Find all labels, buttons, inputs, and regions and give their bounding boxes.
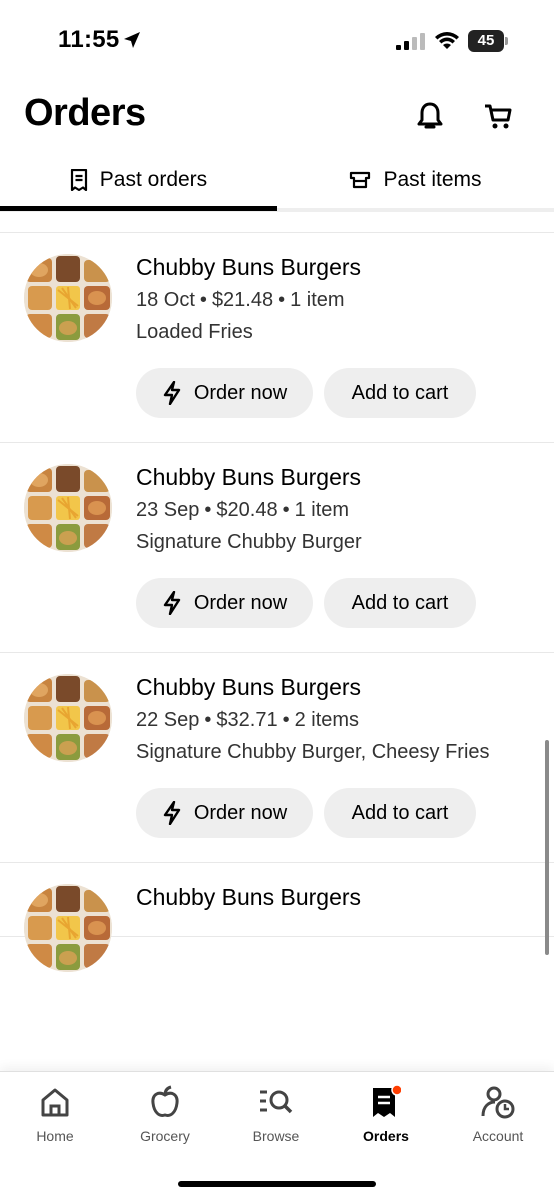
order-price: $32.71: [216, 709, 278, 731]
order-now-label: Order now: [193, 591, 288, 614]
nav-item-home[interactable]: Home: [0, 1082, 110, 1152]
separator-dot: •: [199, 289, 207, 311]
nav-label: Browse: [252, 1128, 300, 1144]
order-card[interactable]: Chubby Buns Burgers 18 Oct • $21.48 • 1 item…: [0, 233, 554, 443]
wifi-icon: [435, 32, 459, 49]
order-price: $21.48: [211, 289, 274, 311]
order-now-button[interactable]: Order now: [136, 368, 313, 418]
separator-dot: •: [204, 499, 212, 521]
home-indicator: [178, 1181, 376, 1187]
separator-dot: •: [278, 289, 286, 311]
tab-past-items[interactable]: Past items: [277, 152, 554, 208]
nav-item-grocery[interactable]: Grocery: [110, 1082, 220, 1152]
order-tabs: Past orders Past items: [0, 152, 554, 212]
order-date: 18 Oct: [136, 289, 195, 311]
lightning-icon: [163, 381, 181, 405]
nav-label: Account: [472, 1128, 524, 1144]
browse-icon: [260, 1090, 293, 1114]
add-to-cart-label: Add to cart: [351, 591, 449, 614]
separator-dot: •: [282, 499, 290, 521]
order-summary: 18 Oct • $21.48 • 1 item: [136, 285, 514, 315]
order-card[interactable]: Chubby Buns Burgers 22 Sep • $32.71 • 2 item…: [0, 653, 554, 863]
add-to-cart-button[interactable]: Add to cart: [324, 368, 476, 418]
restaurant-name[interactable]: Chubby Buns Burgers: [136, 462, 514, 492]
cellular-signal-icon: [396, 33, 425, 50]
nav-label: Home: [36, 1128, 74, 1144]
tab-past-orders[interactable]: Past orders: [0, 152, 277, 208]
order-item-count: 2 items: [294, 709, 360, 731]
separator-dot: •: [282, 709, 290, 731]
order-date: 23 Sep: [136, 499, 200, 521]
battery-cap: [505, 37, 508, 45]
restaurant-thumbnail[interactable]: [24, 674, 112, 762]
status-bar: 11:55 45: [0, 0, 554, 80]
page-title: Orders: [24, 92, 146, 134]
status-time: 11:55: [58, 26, 120, 53]
order-items: Loaded Fries: [136, 321, 253, 343]
order-actions: Order now Add to cart: [136, 578, 514, 628]
account-icon: [481, 1086, 515, 1119]
cart-button[interactable]: [480, 98, 516, 134]
add-to-cart-button[interactable]: Add to cart: [324, 578, 476, 628]
bowl-icon: [350, 171, 371, 189]
restaurant-thumbnail[interactable]: [24, 254, 112, 342]
home-icon: [41, 1088, 69, 1117]
order-card[interactable]: Chubby Buns Burgers: [0, 863, 554, 972]
order-summary: 22 Sep • $32.71 • 2 items: [136, 705, 514, 735]
order-actions: Order now Add to cart: [136, 368, 514, 418]
nav-item-account[interactable]: Account: [443, 1082, 553, 1152]
scrollbar[interactable]: [545, 740, 549, 955]
order-now-label: Order now: [193, 381, 288, 404]
order-now-button[interactable]: Order now: [136, 788, 313, 838]
order-summary: 23 Sep • $20.48 • 1 item: [136, 495, 514, 525]
add-to-cart-label: Add to cart: [351, 381, 449, 404]
lightning-icon: [163, 591, 181, 615]
nav-label: Grocery: [140, 1128, 190, 1144]
order-price: $20.48: [216, 499, 278, 521]
lightning-icon: [163, 801, 181, 825]
receipt-icon: [70, 169, 87, 191]
order-now-label: Order now: [193, 801, 288, 824]
nav-item-orders[interactable]: Orders: [331, 1082, 441, 1152]
restaurant-name[interactable]: Chubby Buns Burgers: [136, 672, 514, 702]
tab-label: Past orders: [99, 168, 208, 191]
orders-list[interactable]: 01 Nov•$20.98•1 item Loaded Fries Order …: [0, 211, 554, 1071]
order-card[interactable]: Chubby Buns Burgers 23 Sep • $20.48 • 1 item…: [0, 443, 554, 653]
restaurant-name[interactable]: Chubby Buns Burgers: [136, 882, 514, 912]
separator-dot: •: [204, 709, 212, 731]
battery-indicator: 45: [468, 30, 508, 52]
cart-icon: [485, 104, 512, 129]
order-date: 22 Sep: [136, 709, 200, 731]
nav-item-browse[interactable]: Browse: [221, 1082, 331, 1152]
add-to-cart-label: Add to cart: [351, 801, 449, 824]
restaurant-name[interactable]: Chubby Buns Burgers: [136, 252, 514, 282]
location-arrow-icon: [124, 32, 140, 48]
restaurant-thumbnail[interactable]: [24, 464, 112, 552]
tab-label: Past items: [383, 168, 482, 191]
restaurant-thumbnail[interactable]: [24, 884, 112, 972]
order-now-button[interactable]: Order now: [136, 578, 313, 628]
receipt-icon: [373, 1085, 401, 1117]
order-item-count: 1 item: [294, 499, 350, 521]
add-to-cart-button[interactable]: Add to cart: [324, 788, 476, 838]
battery-level: 45: [468, 30, 504, 52]
bell-icon: [417, 102, 443, 129]
apple-icon: [151, 1085, 179, 1117]
order-card[interactable]: 01 Nov•$20.98•1 item Loaded Fries Order …: [0, 211, 554, 233]
order-actions: Order now Add to cart: [136, 788, 514, 838]
order-item-count: 1 item: [290, 289, 345, 311]
order-items: Signature Chubby Burger, Cheesy Fries: [136, 741, 490, 763]
order-items: Signature Chubby Burger: [136, 531, 362, 553]
nav-label: Orders: [363, 1128, 409, 1144]
notifications-button[interactable]: [412, 98, 448, 134]
